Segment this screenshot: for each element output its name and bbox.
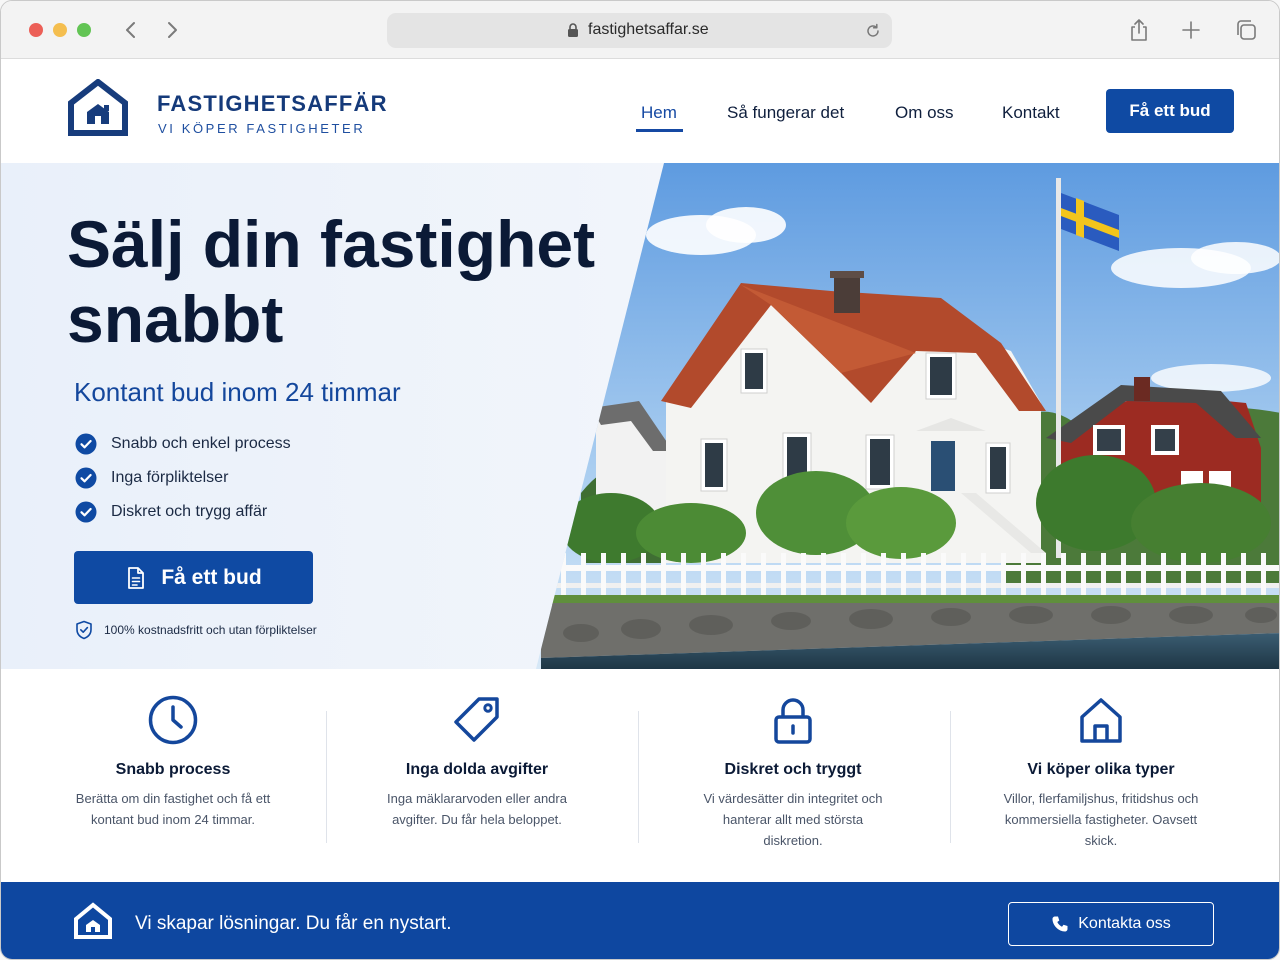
hero-get-offer-button[interactable]: Få ett bud — [74, 551, 313, 604]
forward-arrow-icon[interactable] — [162, 18, 184, 42]
address-bar[interactable]: fastighetsaffar.se — [387, 13, 892, 48]
features-section: Snabb process Berätta om din fastighet o… — [1, 669, 1279, 882]
shield-check-icon — [76, 620, 92, 640]
benefit-text: Inga förpliktelser — [111, 469, 229, 486]
nav-link-sa-fungerar-det[interactable]: Så fungerar det — [727, 103, 844, 123]
benefit-text: Snabb och enkel process — [111, 435, 291, 452]
url-text: fastighetsaffar.se — [588, 21, 709, 38]
header-get-offer-button[interactable]: Få ett bud — [1106, 89, 1234, 133]
feature-card: Inga dolda avgifter Inga mäklararvoden e… — [352, 669, 602, 882]
feature-divider — [638, 711, 639, 843]
hero-note: 100% kostnadsfritt och utan förpliktelse… — [75, 620, 317, 640]
tag-icon — [454, 697, 499, 742]
house-logo-icon — [74, 902, 112, 939]
browser-window: fastighetsaffar.se FASTIGHETSAFFÄR VI KÖ… — [0, 0, 1280, 960]
benefit-item: Inga förpliktelser — [75, 467, 228, 489]
feature-title: Diskret och tryggt — [724, 761, 862, 778]
tabs-overview-icon[interactable] — [1234, 17, 1258, 43]
clock-icon — [148, 695, 198, 745]
zoom-window-button[interactable] — [77, 23, 91, 37]
benefit-item: Snabb och enkel process — [75, 433, 291, 455]
benefit-item: Diskret och trygg affär — [75, 501, 267, 523]
feature-text: Inga mäklararvoden eller andra avgifter.… — [387, 791, 567, 827]
back-arrow-icon[interactable] — [119, 18, 141, 42]
new-tab-icon[interactable] — [1179, 17, 1203, 43]
hero-section: Sälj din fastighet snabbt Kontant bud in… — [1, 163, 1279, 669]
reload-icon[interactable] — [864, 22, 882, 40]
nav-link-om-oss[interactable]: Om oss — [895, 103, 954, 123]
lock-icon — [774, 698, 812, 744]
feature-text: Villor, flerfamiljshus, fritidshus och k… — [1003, 791, 1199, 848]
house-icon — [1080, 698, 1122, 743]
logo-tagline: VI KÖPER FASTIGHETER — [158, 121, 366, 136]
close-window-button[interactable] — [29, 23, 43, 37]
contact-us-button[interactable]: Kontakta oss — [1008, 902, 1214, 946]
hero-cta-label: Få ett bud — [161, 565, 262, 589]
feature-title: Snabb process — [115, 761, 231, 778]
feature-card: Vi köper olika typer Villor, flerfamiljs… — [976, 669, 1226, 882]
hero-title: Sälj din fastighet snabbt — [67, 207, 596, 356]
feature-text: Berätta om din fastighet och få ett kont… — [75, 791, 271, 827]
check-circle-icon — [75, 467, 97, 489]
nav-link-hem[interactable]: Hem — [641, 103, 677, 123]
share-icon[interactable] — [1127, 17, 1151, 43]
feature-card: Snabb process Berätta om din fastighet o… — [48, 669, 298, 882]
feature-divider — [326, 711, 327, 843]
feature-card: Diskret och tryggt Vi värdesätter din in… — [668, 669, 918, 882]
band-slogan: Vi skapar lösningar. Du får en nystart. — [135, 913, 452, 934]
check-circle-icon — [75, 433, 97, 455]
feature-text: Vi värdesätter din integritet och hanter… — [703, 791, 883, 848]
hero-note-text: 100% kostnadsfritt och utan förpliktelse… — [104, 623, 317, 637]
cta-band: Vi skapar lösningar. Du får en nystart. … — [1, 882, 1279, 959]
house-logo-icon[interactable] — [67, 79, 129, 136]
phone-icon — [1052, 916, 1068, 932]
browser-toolbar: fastighetsaffar.se — [1, 1, 1279, 59]
logo-name[interactable]: FASTIGHETSAFFÄR — [157, 91, 388, 117]
site-header: FASTIGHETSAFFÄR VI KÖPER FASTIGHETER Hem… — [1, 59, 1279, 163]
check-circle-icon — [75, 501, 97, 523]
benefit-text: Diskret och trygg affär — [111, 503, 268, 520]
feature-title: Vi köper olika typer — [1027, 761, 1175, 778]
document-icon — [128, 566, 145, 589]
feature-divider — [950, 711, 951, 843]
lock-icon — [568, 23, 578, 37]
active-nav-underline — [636, 129, 683, 132]
minimize-window-button[interactable] — [53, 23, 67, 37]
hero-subtitle: Kontant bud inom 24 timmar — [74, 377, 401, 407]
feature-title: Inga dolda avgifter — [405, 761, 549, 778]
nav-link-kontakt[interactable]: Kontakt — [1002, 103, 1060, 123]
contact-us-label: Kontakta oss — [1078, 915, 1171, 932]
